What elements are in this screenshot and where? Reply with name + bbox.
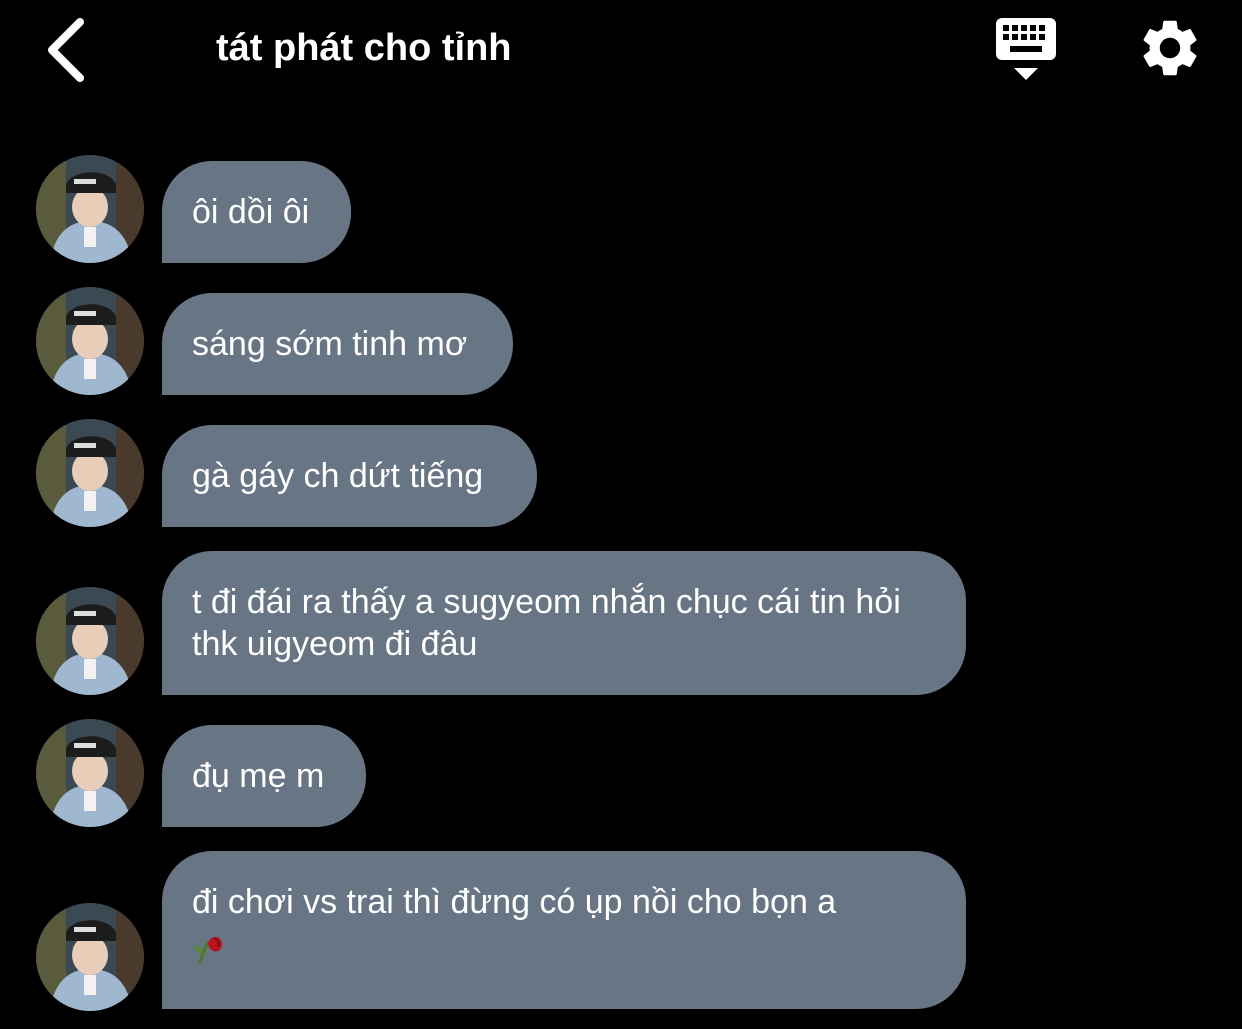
avatar-photo-icon — [36, 419, 144, 527]
message-bubble[interactable]: sáng sớm tinh mơ — [162, 293, 513, 395]
avatar-photo-icon — [36, 587, 144, 695]
avatar[interactable] — [36, 155, 144, 263]
message-content: đi chơi vs trai thì đừng có ụp nồi cho b… — [192, 881, 836, 965]
avatar-photo-icon — [36, 155, 144, 263]
message-bubble[interactable]: đụ mẹ m — [162, 725, 366, 827]
avatar[interactable] — [36, 287, 144, 395]
message-text: đụ mẹ m — [192, 757, 325, 795]
avatar[interactable] — [36, 419, 144, 527]
message-text: ôi dồi ôi — [192, 193, 310, 231]
message-list[interactable]: ôi dồi ôi sáng sớm tinh mơ gà gáy ch dứt… — [0, 0, 1242, 1029]
avatar-photo-icon — [36, 903, 144, 1011]
message-text: sáng sớm tinh mơ — [192, 325, 468, 363]
avatar[interactable] — [36, 719, 144, 827]
message-text: đi chơi vs trai thì đừng có ụp nồi cho b… — [192, 883, 837, 921]
avatar[interactable] — [36, 903, 144, 1011]
message-bubble[interactable]: ôi dồi ôi — [162, 161, 351, 263]
message-bubble[interactable]: t đi đái ra thấy a sugyeom nhắn chục cái… — [162, 551, 966, 695]
message-text: t đi đái ra thấy a sugyeom nhắn chục cái… — [192, 583, 901, 663]
wilted-rose-icon — [192, 927, 836, 965]
message-bubble[interactable]: đi chơi vs trai thì đừng có ụp nồi cho b… — [162, 851, 966, 1009]
avatar[interactable] — [36, 587, 144, 695]
message-bubble[interactable]: gà gáy ch dứt tiếng — [162, 425, 537, 527]
message-text: gà gáy ch dứt tiếng — [192, 457, 484, 495]
avatar-photo-icon — [36, 719, 144, 827]
avatar-photo-icon — [36, 287, 144, 395]
